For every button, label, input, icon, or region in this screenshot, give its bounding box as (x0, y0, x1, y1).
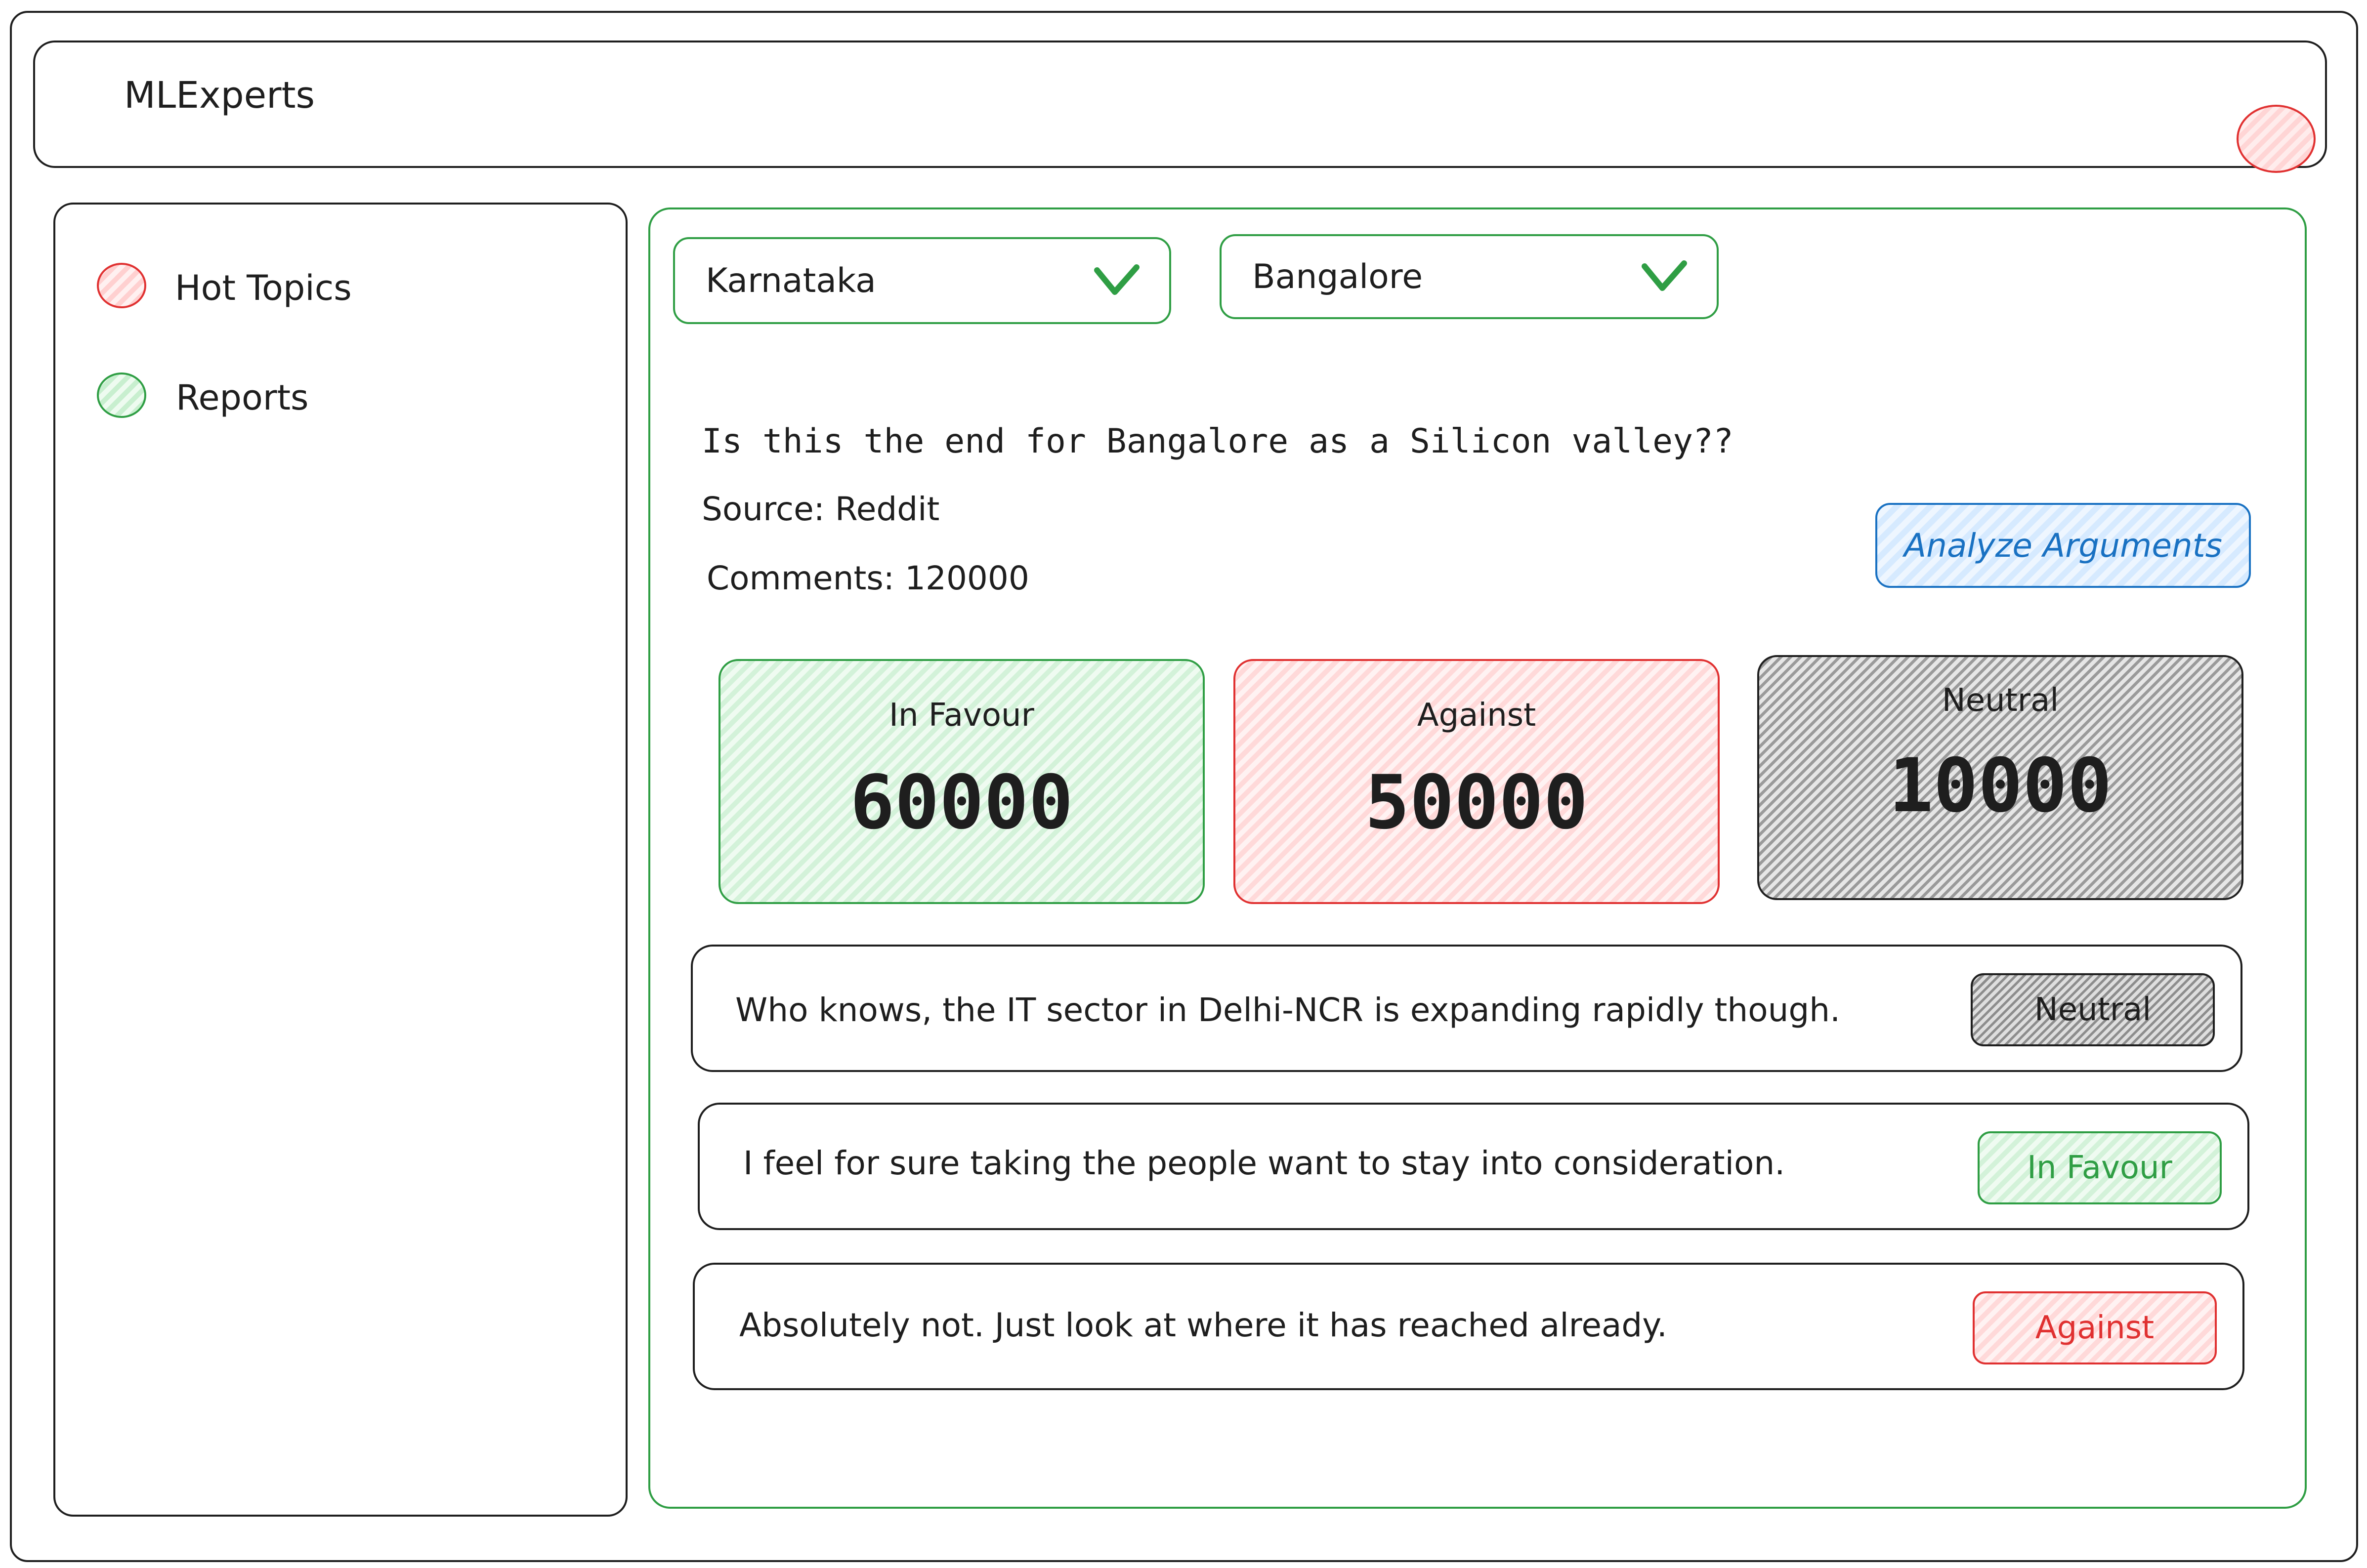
in-favour-tag[interactable]: In Favour (1978, 1131, 2222, 1204)
comment-text: Who knows, the IT sector in Delhi-NCR is… (735, 991, 1841, 1029)
comment-row: Absolutely not. Just look at where it ha… (693, 1263, 2244, 1390)
neutral-label: Neutral (1942, 682, 2059, 719)
sidebar-item-label: Hot Topics (175, 268, 352, 308)
sidebar-item-label: Reports (176, 377, 309, 418)
chevron-down-icon (1641, 259, 1688, 294)
sidebar-item-reports[interactable]: Reports (97, 372, 443, 427)
comment-row: Who knows, the IT sector in Delhi-NCR is… (691, 945, 2242, 1072)
comment-row: I feel for sure taking the people want t… (698, 1103, 2249, 1230)
green-dot-icon (97, 372, 146, 418)
state-select[interactable]: Karnataka (673, 237, 1171, 324)
favour-summary-card: In Favour 60000 (719, 659, 1205, 904)
favour-label: In Favour (889, 697, 1034, 734)
sidebar: Hot Topics Reports (53, 203, 628, 1517)
against-count: 50000 (1365, 760, 1588, 846)
topic-comments-count: Comments: 120000 (707, 559, 1029, 597)
comment-text: Absolutely not. Just look at where it ha… (739, 1306, 1667, 1344)
topic-source: Source: Reddit (702, 490, 940, 528)
app-title: MLExperts (124, 74, 315, 117)
against-label: Against (1417, 697, 1536, 734)
against-summary-card: Against 50000 (1233, 659, 1720, 904)
top-header: MLExperts (33, 41, 2327, 173)
sidebar-item-hot-topics[interactable]: Hot Topics (97, 263, 443, 317)
neutral-count: 10000 (1889, 743, 2112, 829)
city-select[interactable]: Bangalore (1220, 234, 1719, 319)
analyze-arguments-button[interactable]: Analyze Arguments (1875, 503, 2251, 588)
state-select-value: Karnataka (706, 261, 876, 300)
against-tag[interactable]: Against (1973, 1291, 2217, 1364)
neutral-summary-card: Neutral 10000 (1757, 655, 2243, 900)
topic-question: Is this the end for Bangalore as a Silic… (702, 422, 1733, 461)
chevron-down-icon (1093, 263, 1141, 298)
favour-count: 60000 (850, 760, 1073, 846)
city-select-value: Bangalore (1252, 257, 1423, 296)
neutral-tag[interactable]: Neutral (1971, 973, 2215, 1046)
red-dot-icon (97, 263, 146, 308)
comment-text: I feel for sure taking the people want t… (743, 1144, 1785, 1182)
avatar[interactable] (2237, 105, 2316, 173)
